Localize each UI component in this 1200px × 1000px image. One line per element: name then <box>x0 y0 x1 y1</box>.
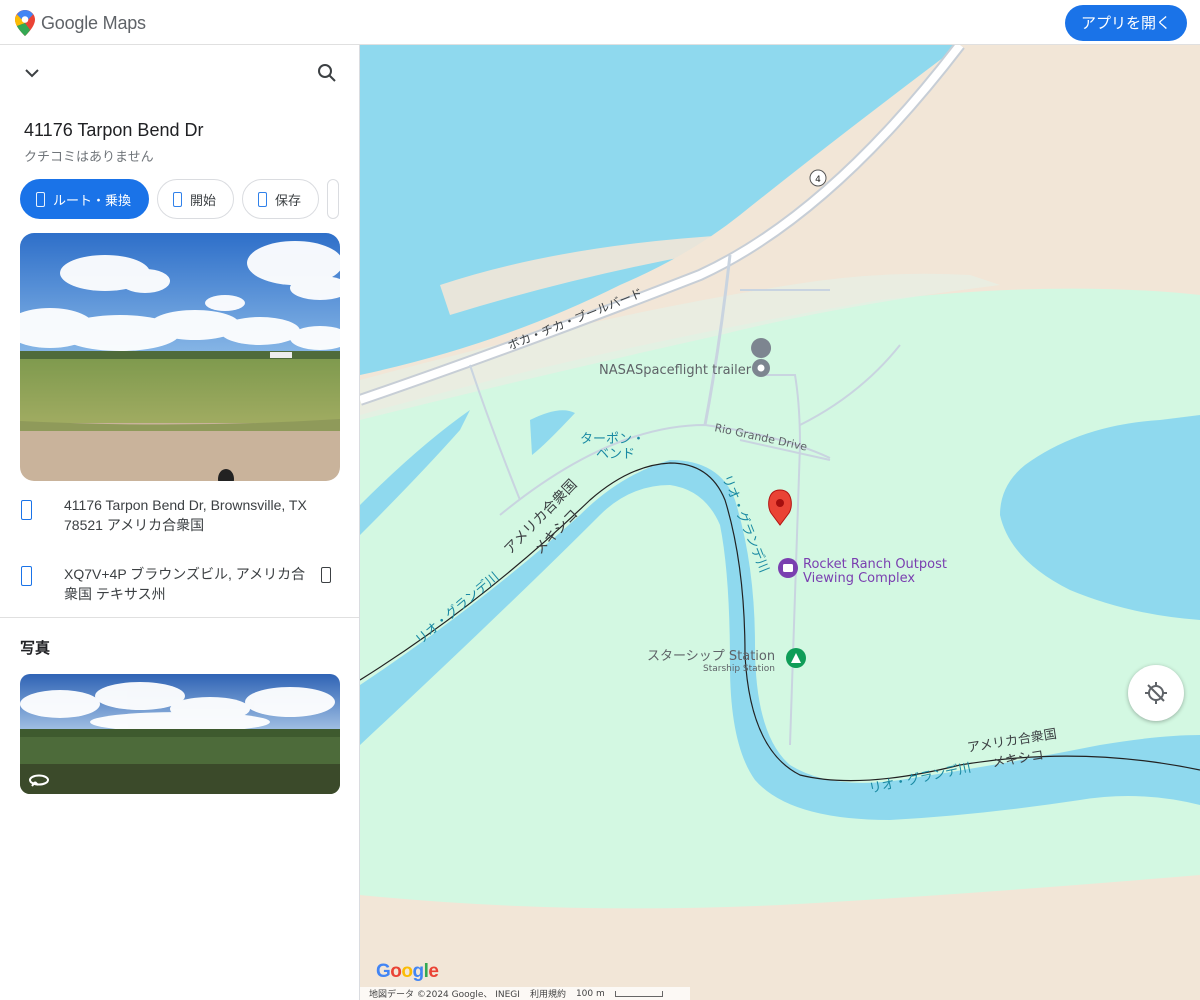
location-off-icon <box>1145 682 1167 704</box>
brand-text: Google Maps <box>41 12 146 33</box>
google-maps-logo[interactable]: Google Maps <box>15 10 146 36</box>
navigation-icon <box>173 191 183 207</box>
poi-label-starship-jp: スターシップ Station <box>647 649 775 664</box>
directions-icon <box>36 191 45 207</box>
terms-link[interactable]: 利用規約 <box>530 987 566 1000</box>
photo-thumbnail[interactable] <box>20 674 340 794</box>
poi-label-rocket-ranch-2: Viewing Complex <box>803 571 915 586</box>
save-label: 保存 <box>275 193 302 209</box>
chevron-down-icon <box>25 69 39 78</box>
poi-label-rocket-ranch-1: Rocket Ranch Outpost <box>803 557 947 572</box>
start-label: 開始 <box>190 193 217 209</box>
panorama-icon <box>29 774 49 787</box>
more-actions-button[interactable] <box>327 179 340 219</box>
photo-thumbnail-image <box>20 674 340 794</box>
scale-label: 100 m <box>575 988 605 999</box>
collapse-panel-button[interactable] <box>18 59 46 87</box>
open-app-button[interactable]: アプリを開く <box>1064 5 1187 41</box>
bookmark-icon <box>258 191 268 207</box>
start-navigation-button[interactable]: 開始 <box>157 179 235 219</box>
place-title: 41176 Tarpon Bend Dr <box>24 120 204 140</box>
area-label-tarpon-bend-2: ベンド <box>596 447 635 462</box>
copy-icon[interactable] <box>321 567 331 583</box>
directions-button[interactable]: ルート・乗換 <box>20 179 150 219</box>
street-view-image <box>20 233 340 481</box>
map-canvas[interactable]: 4 ボカ・チカ・ブールバード NASASpaceflight trailer R… <box>360 45 1200 1000</box>
photos-heading: 写真 <box>20 639 51 657</box>
scale-bar <box>614 990 663 997</box>
poi-label-nasa-trailer: NASASpaceflight trailer <box>599 363 752 378</box>
address-text: 41176 Tarpon Bend Dr, Brownsville, TX 78… <box>64 497 307 533</box>
search-icon <box>318 64 336 82</box>
poi-label-starship-en: Starship Station <box>703 664 775 674</box>
maps-pin-logo-icon <box>15 10 35 36</box>
map-footer: 地図データ ©2024 Google、 INEGI 利用規約 100 m <box>360 987 690 1000</box>
location-pin-icon <box>21 500 32 520</box>
plus-code-row[interactable]: XQ7V+4P ブラウンズビル, アメリカ合衆国 テキサス州 <box>0 564 359 614</box>
plus-code-text: XQ7V+4P ブラウンズビル, アメリカ合衆国 テキサス州 <box>64 566 306 602</box>
route-number-label: 4 <box>815 175 821 185</box>
street-view-photo[interactable] <box>20 233 340 481</box>
save-button[interactable]: 保存 <box>242 179 320 219</box>
my-location-button[interactable] <box>1128 665 1184 721</box>
review-status: クチコミはありません <box>24 150 154 165</box>
divider <box>0 617 359 618</box>
poi-icon-rocket-ranch[interactable] <box>778 558 798 578</box>
top-bar: Google Maps アプリを開く <box>0 0 1200 45</box>
side-panel: 41176 Tarpon Bend Dr クチコミはありません ルート・乗換 開… <box>0 45 360 1000</box>
plus-code-icon <box>21 566 32 586</box>
search-button[interactable] <box>313 59 341 87</box>
action-chips: ルート・乗換 開始 保存 <box>20 179 359 219</box>
poi-icon-starship-station[interactable] <box>786 648 806 668</box>
address-row[interactable]: 41176 Tarpon Bend Dr, Brownsville, TX 78… <box>0 495 359 545</box>
google-watermark-logo: Google <box>376 961 439 982</box>
area-label-tarpon-bend-1: ターポン・ <box>580 432 645 447</box>
map-drawing: 4 ボカ・チカ・ブールバード NASASpaceflight trailer R… <box>360 45 1200 1000</box>
directions-label: ルート・乗換 <box>53 193 132 209</box>
map-data-attribution: 地図データ ©2024 Google、 INEGI <box>369 990 520 1000</box>
